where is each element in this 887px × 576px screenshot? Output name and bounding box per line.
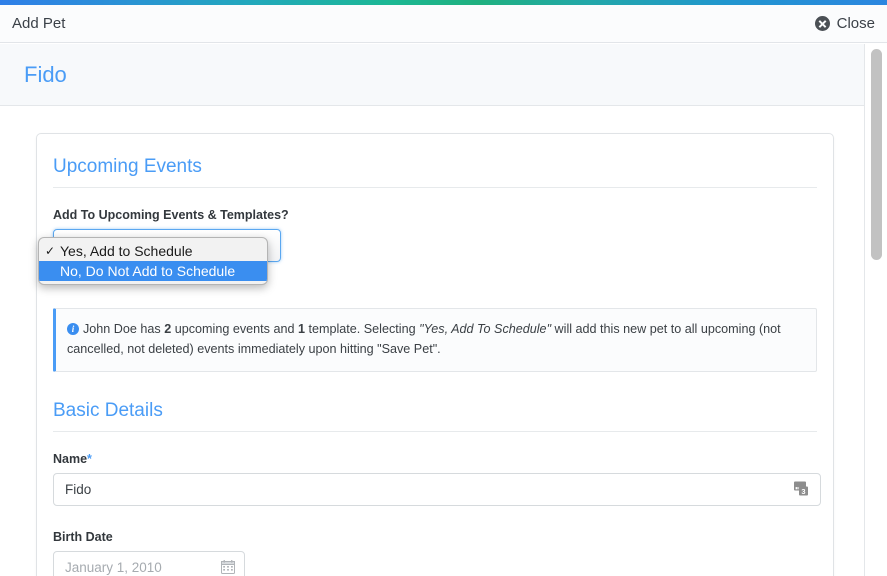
modal-title: Add Pet: [12, 15, 66, 32]
required-marker: *: [87, 451, 92, 466]
name-input[interactable]: Fido 3: [53, 472, 821, 506]
pet-subheader: Fido: [0, 44, 864, 106]
info-text-part3: template. Selecting: [304, 322, 420, 336]
check-icon: ✓: [45, 244, 56, 258]
info-emphasis: Yes, Add To Schedule: [423, 322, 547, 336]
dropdown-option-yes-label: Yes, Add to Schedule: [60, 243, 193, 259]
label-name-text: Name: [53, 451, 88, 466]
info-text-part2: upcoming events and: [171, 322, 298, 336]
add-to-schedule-dropdown-popup[interactable]: ✓ Yes, Add to Schedule No, Do Not Add to…: [38, 237, 268, 285]
svg-text:3: 3: [801, 487, 805, 496]
label-add-to-upcoming-events: Add To Upcoming Events & Templates?: [53, 208, 289, 222]
info-circle-icon: i: [67, 323, 79, 335]
dropdown-option-yes[interactable]: ✓ Yes, Add to Schedule: [39, 241, 267, 261]
modal-titlebar: Add Pet Close: [0, 5, 887, 43]
close-button-label: Close: [836, 15, 875, 32]
info-text-part1: John Doe has: [83, 322, 165, 336]
close-icon: [814, 16, 830, 31]
add-pet-form-card: Upcoming Events Add To Upcoming Events &…: [36, 133, 834, 576]
page-title: Fido: [24, 61, 67, 87]
close-button[interactable]: Close: [814, 15, 875, 32]
label-name: Name*: [53, 452, 817, 466]
vertical-scrollbar-thumb[interactable]: [871, 49, 882, 260]
calendar-icon[interactable]: [221, 560, 235, 575]
info-count-templates: 1: [297, 322, 305, 336]
section-heading-basic-details: Basic Details: [53, 400, 817, 432]
form-scroll-area: Upcoming Events Add To Upcoming Events &…: [0, 106, 864, 576]
dropdown-option-no-label: No, Do Not Add to Schedule: [60, 263, 236, 279]
info-alert: i John Doe has 2 upcoming events and 1 te…: [53, 308, 817, 372]
birth-date-placeholder: January 1, 2010: [65, 559, 162, 575]
name-input-value: Fido: [65, 481, 92, 497]
section-heading-upcoming-events: Upcoming Events: [53, 156, 817, 188]
autofill-icon[interactable]: 3: [794, 481, 811, 497]
vertical-scrollbar-track[interactable]: [864, 44, 887, 576]
label-birth-date: Birth Date: [53, 529, 113, 544]
birth-date-input[interactable]: January 1, 2010: [53, 550, 245, 576]
dropdown-option-no[interactable]: No, Do Not Add to Schedule: [39, 261, 267, 281]
